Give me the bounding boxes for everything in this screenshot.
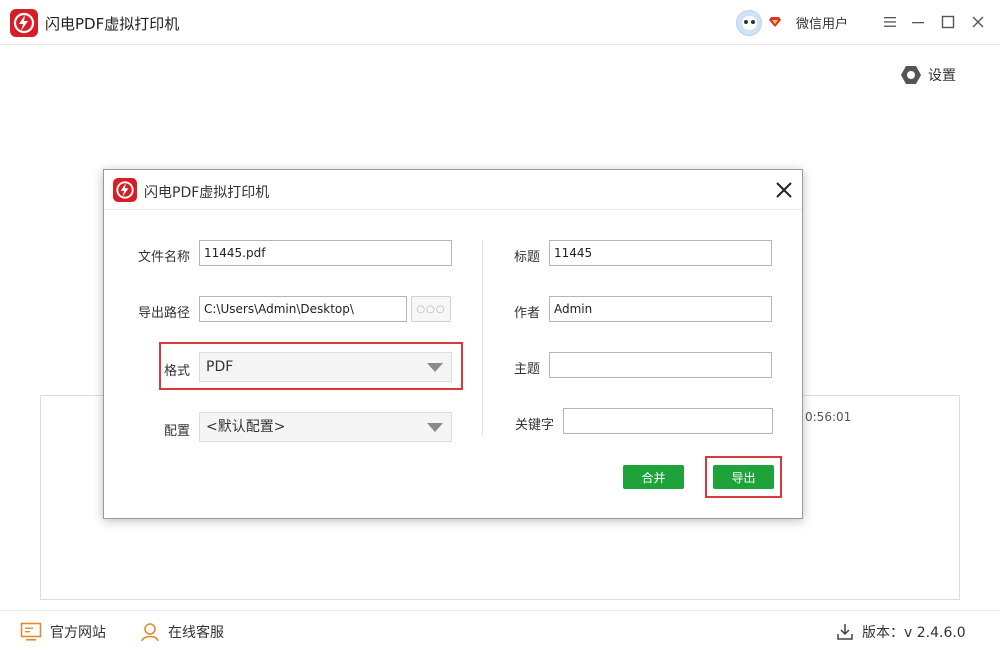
author-input[interactable] — [549, 296, 772, 322]
settings-button[interactable]: 设置 — [900, 64, 956, 86]
dialog-logo-icon — [113, 178, 137, 202]
minimize-icon[interactable] — [906, 10, 930, 34]
dropdown-arrow-icon — [427, 423, 443, 432]
export-path-label: 导出路径 — [137, 306, 190, 321]
monitor-icon — [20, 622, 42, 641]
online-service-label: 在线客服 — [168, 625, 224, 641]
vip-diamond-icon[interactable] — [768, 15, 782, 33]
official-website-link[interactable]: 官方网站 — [20, 621, 106, 643]
config-select-value: <默认配置> — [206, 419, 286, 435]
export-button[interactable]: 导出 — [713, 465, 774, 489]
config-label: 配置 — [163, 424, 190, 439]
merge-button[interactable]: 合并 — [623, 465, 684, 489]
author-label: 作者 — [513, 306, 540, 321]
format-select[interactable]: PDF — [199, 352, 452, 382]
browse-button[interactable]: ○○○ — [411, 296, 451, 322]
maximize-icon[interactable] — [936, 10, 960, 34]
gear-icon — [901, 66, 921, 84]
column-divider — [482, 240, 483, 435]
footer: 官方网站 在线客服 版本：v 2.4.6.0 — [0, 610, 1000, 650]
file-name-input[interactable] — [199, 240, 452, 266]
config-select[interactable]: <默认配置> — [199, 412, 452, 442]
export-dialog: 闪电PDF虚拟打印机 文件名称 导出路径 ○○○ 格式 PDF 配置 <默认配置… — [103, 169, 803, 519]
title-label: 标题 — [513, 250, 540, 265]
app-logo-icon — [10, 9, 38, 37]
user-avatar[interactable] — [736, 10, 762, 36]
version-info[interactable]: 版本：v 2.4.6.0 — [836, 621, 966, 643]
dropdown-arrow-icon — [427, 363, 443, 372]
dialog-close-icon[interactable] — [772, 178, 796, 202]
customer-service-icon — [141, 623, 159, 642]
official-website-label: 官方网站 — [50, 625, 106, 641]
dialog-title: 闪电PDF虚拟打印机 — [144, 185, 270, 201]
title-bar: 闪电PDF虚拟打印机 微信用户 — [0, 0, 1000, 45]
export-path-input[interactable] — [199, 296, 407, 322]
file-name-label: 文件名称 — [137, 250, 190, 265]
keywords-label: 关键字 — [514, 418, 554, 433]
task-time: 0:56:01 — [805, 410, 852, 424]
title-input[interactable] — [549, 240, 772, 266]
subject-label: 主题 — [513, 362, 540, 377]
format-label: 格式 — [163, 364, 190, 379]
keywords-input[interactable] — [563, 408, 773, 434]
panda-icon — [742, 16, 757, 30]
download-icon — [837, 624, 853, 640]
format-select-value: PDF — [206, 359, 234, 375]
subject-input[interactable] — [549, 352, 772, 378]
user-name[interactable]: 微信用户 — [796, 13, 848, 32]
close-icon[interactable] — [966, 10, 990, 34]
version-label: 版本：v 2.4.6.0 — [862, 625, 966, 641]
app-title: 闪电PDF虚拟打印机 — [45, 15, 180, 33]
dialog-header: 闪电PDF虚拟打印机 — [104, 170, 802, 210]
menu-icon[interactable] — [878, 10, 902, 34]
settings-label: 设置 — [928, 68, 956, 84]
online-service-link[interactable]: 在线客服 — [140, 621, 224, 643]
